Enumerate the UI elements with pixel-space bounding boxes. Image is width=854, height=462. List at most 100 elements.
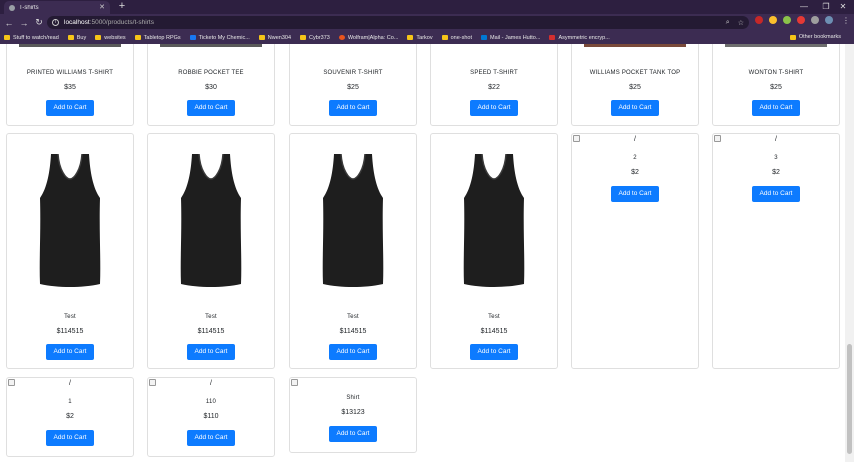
tank-top-image[interactable] xyxy=(38,152,102,288)
product-name: Test xyxy=(64,314,76,320)
add-to-cart-button[interactable]: Add to Cart xyxy=(329,344,377,360)
extension-icon[interactable] xyxy=(769,16,777,24)
bookmark[interactable]: one-shot xyxy=(441,35,472,41)
tank-top-image[interactable] xyxy=(462,152,526,288)
product-name: ROBBIE POCKET TEE xyxy=(178,70,244,76)
extension-icon[interactable] xyxy=(755,16,763,24)
avatar[interactable] xyxy=(825,16,833,24)
reload-icon[interactable]: ↻ xyxy=(33,17,45,28)
product-card: / 2 $2 Add to Cart xyxy=(571,133,699,369)
add-to-cart-button[interactable]: Add to Cart xyxy=(611,100,659,116)
extensions xyxy=(755,16,833,24)
facebook-icon xyxy=(189,35,196,40)
info-icon[interactable]: i xyxy=(52,19,59,26)
product-price: $25 xyxy=(629,84,641,91)
add-to-cart-button[interactable]: Add to Cart xyxy=(187,344,235,360)
add-to-cart-button[interactable]: Add to Cart xyxy=(187,430,235,446)
bookmark[interactable]: Ticketo My Chemic... xyxy=(189,35,250,41)
add-to-cart-button[interactable]: Add to Cart xyxy=(46,430,94,446)
product-image[interactable] xyxy=(725,44,827,47)
folder-icon xyxy=(134,35,141,40)
product-price: $114515 xyxy=(339,328,367,335)
other-bookmarks[interactable]: Other bookmarks xyxy=(789,34,841,40)
bookmark[interactable]: Stuff to watch/read xyxy=(4,35,59,41)
image-alt-text: / xyxy=(210,380,212,387)
extension-icon[interactable] xyxy=(783,16,791,24)
product-card: SPEED T-SHIRT $22 Add to Cart xyxy=(430,44,558,126)
globe-icon xyxy=(9,4,15,11)
add-to-cart-button[interactable]: Add to Cart xyxy=(752,100,800,116)
bookmark[interactable]: Asymmetric encryp... xyxy=(549,35,610,41)
add-to-cart-button[interactable]: Add to Cart xyxy=(46,100,94,116)
url-host: localhost xyxy=(64,19,90,26)
product-name: Test xyxy=(205,314,217,320)
product-image[interactable] xyxy=(19,44,121,47)
product-price: $114515 xyxy=(480,328,508,335)
bookmarks-bar: Stuff to watch/read Buy websites Tableto… xyxy=(0,31,854,44)
bookmark[interactable]: Nwen304 xyxy=(258,35,291,41)
product-card: WILLIAMS POCKET TANK TOP $25 Add to Cart xyxy=(571,44,699,126)
star-icon[interactable]: ☆ xyxy=(738,19,744,27)
bookmark[interactable]: Tabletop RPGs xyxy=(134,35,181,41)
scrollbar-thumb[interactable] xyxy=(847,344,852,454)
tank-top-image[interactable] xyxy=(179,152,243,288)
product-name: 3 xyxy=(774,155,778,161)
tank-top-image[interactable] xyxy=(321,152,385,288)
bookmark[interactable]: Buy xyxy=(67,35,86,41)
product-card: / 3 $2 Add to Cart xyxy=(712,133,840,369)
product-price: $25 xyxy=(770,84,782,91)
close-icon[interactable]: ✕ xyxy=(99,4,105,11)
image-alt-text: / xyxy=(775,136,777,143)
folder-icon xyxy=(4,35,10,40)
address-bar[interactable]: i localhost:5000/products/t-shirts ⌕ ☆ xyxy=(47,16,749,29)
bookmark[interactable]: Tarkov xyxy=(407,35,433,41)
bookmark[interactable]: Mail - James Hutto... xyxy=(481,35,540,41)
extension-icon[interactable] xyxy=(797,16,805,24)
product-image[interactable] xyxy=(160,44,262,47)
browser-chrome: T-shirts ✕ + — ❐ ✕ ← → ↻ i localhost:500… xyxy=(0,0,854,44)
add-to-cart-button[interactable]: Add to Cart xyxy=(187,100,235,116)
scrollbar[interactable] xyxy=(845,44,854,462)
product-card: Test $114515 Add to Cart xyxy=(147,133,275,369)
product-card: / 110 $110 Add to Cart xyxy=(147,377,275,457)
product-price: $2 xyxy=(772,169,780,176)
folder-icon xyxy=(789,34,796,40)
mail-icon xyxy=(481,35,487,40)
zoom-icon[interactable]: ⌕ xyxy=(726,19,730,27)
product-name: Test xyxy=(488,314,500,320)
product-price: $2 xyxy=(631,169,639,176)
add-to-cart-button[interactable]: Add to Cart xyxy=(329,100,377,116)
add-to-cart-button[interactable]: Add to Cart xyxy=(470,344,518,360)
product-price: $35 xyxy=(64,84,76,91)
bookmark[interactable]: Cybr373 xyxy=(300,35,330,41)
new-tab-icon[interactable]: + xyxy=(116,1,128,13)
product-price: $22 xyxy=(488,84,500,91)
close-window-icon[interactable]: ✕ xyxy=(832,0,854,14)
add-to-cart-button[interactable]: Add to Cart xyxy=(611,186,659,202)
toolbar: ← → ↻ i localhost:5000/products/t-shirts… xyxy=(0,14,854,31)
image-alt-text: / xyxy=(69,380,71,387)
folder-icon xyxy=(258,35,265,40)
add-to-cart-button[interactable]: Add to Cart xyxy=(752,186,800,202)
product-card: WONTON T-SHIRT $25 Add to Cart xyxy=(712,44,840,126)
bookmark[interactable]: Wolfram|Alpha: Co... xyxy=(338,35,398,41)
add-to-cart-button[interactable]: Add to Cart xyxy=(46,344,94,360)
product-name: WONTON T-SHIRT xyxy=(748,70,804,76)
product-image[interactable] xyxy=(584,44,686,47)
url-path: :5000/products/t-shirts xyxy=(89,19,154,26)
bookmark[interactable]: websites xyxy=(95,35,126,41)
forward-icon[interactable]: → xyxy=(18,18,30,28)
product-name: PRINTED WILLIAMS T-SHIRT xyxy=(26,70,114,76)
product-price: $30 xyxy=(205,84,217,91)
puzzle-icon[interactable] xyxy=(811,16,819,24)
add-to-cart-button[interactable]: Add to Cart xyxy=(470,100,518,116)
product-name: Shirt xyxy=(346,395,360,401)
product-card: PRINTED WILLIAMS T-SHIRT $35 Add to Cart xyxy=(6,44,134,126)
menu-icon[interactable]: ⋮ xyxy=(842,16,850,25)
tab-tshirts[interactable]: T-shirts ✕ xyxy=(4,1,110,14)
back-icon[interactable]: ← xyxy=(3,18,15,28)
product-price: $25 xyxy=(347,84,359,91)
image-alt-text: / xyxy=(634,136,636,143)
product-card: ROBBIE POCKET TEE $30 Add to Cart xyxy=(147,44,275,126)
add-to-cart-button[interactable]: Add to Cart xyxy=(329,426,377,442)
